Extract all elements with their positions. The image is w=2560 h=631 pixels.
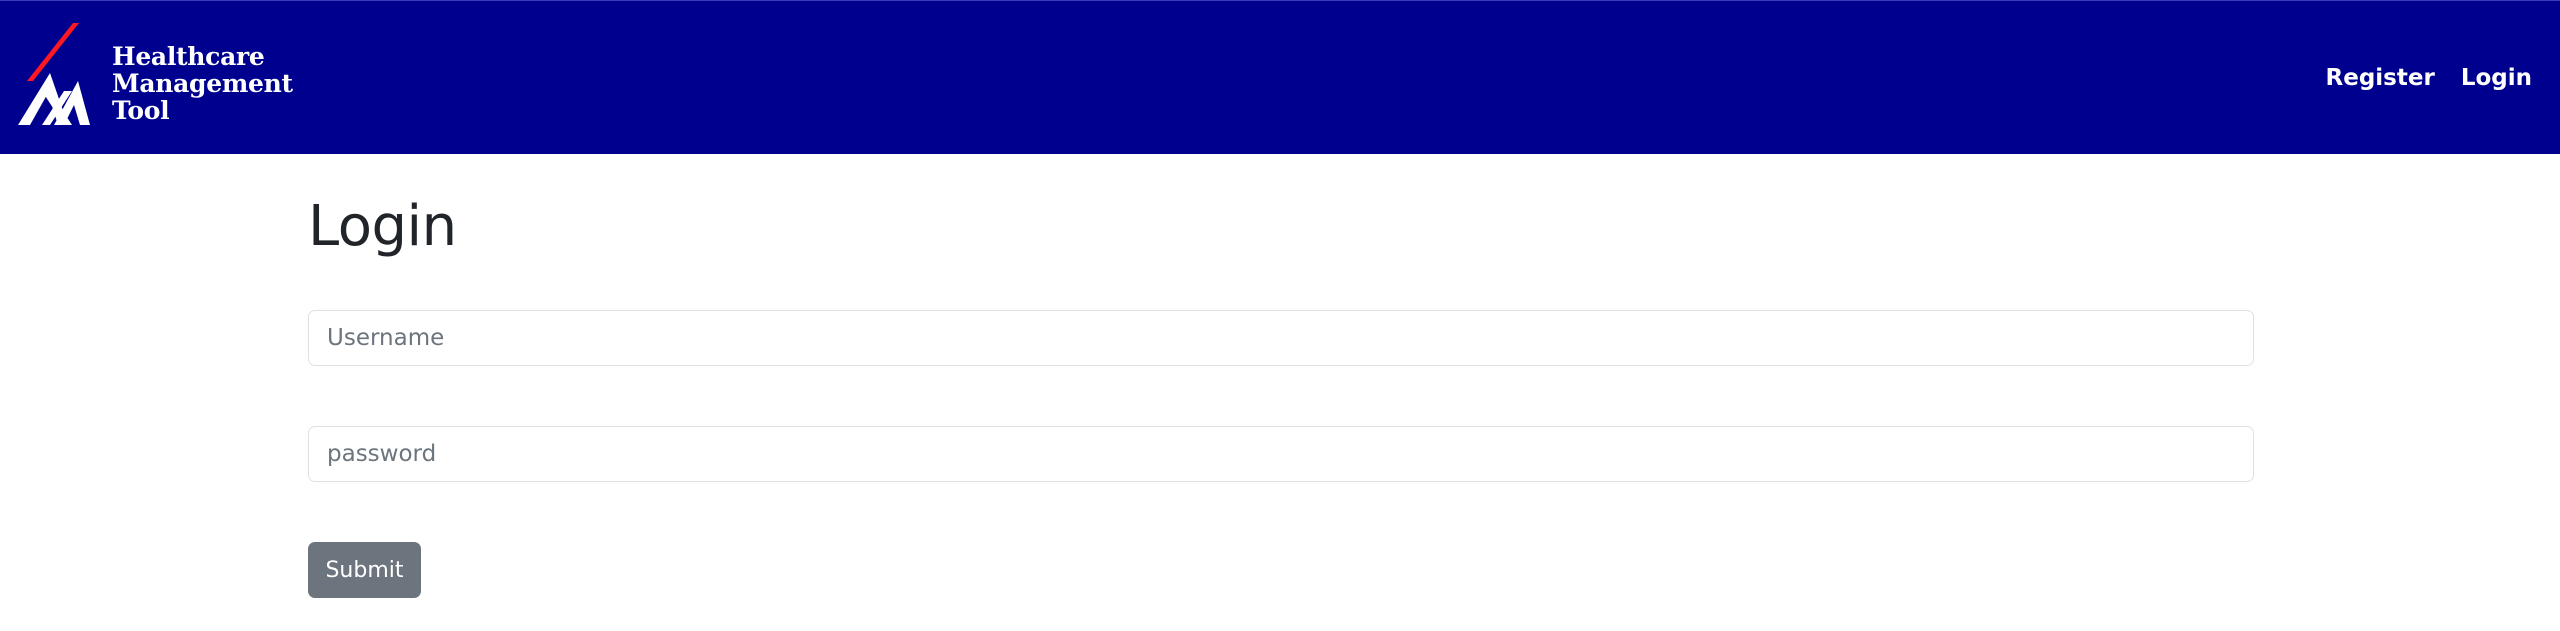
- username-input[interactable]: [308, 310, 2254, 366]
- brand-line-1: Healthcare: [112, 42, 265, 71]
- nav-login-link[interactable]: Login: [2461, 65, 2532, 91]
- page-title: Login: [308, 194, 457, 259]
- nav-register-link[interactable]: Register: [2326, 65, 2435, 91]
- brand-name: Healthcare Management Tool: [112, 43, 293, 124]
- password-input[interactable]: [308, 426, 2254, 482]
- brand-logo-link[interactable]: Healthcare Management Tool: [16, 21, 293, 131]
- brand-line-2: Management: [112, 69, 293, 98]
- brand-line-3: Tool: [112, 96, 170, 125]
- top-navbar: Healthcare Management Tool Register Logi…: [0, 0, 2560, 154]
- axa-logo-icon: [18, 23, 90, 125]
- nav-links: Register Login: [2326, 1, 2532, 155]
- submit-button[interactable]: Submit: [308, 542, 421, 598]
